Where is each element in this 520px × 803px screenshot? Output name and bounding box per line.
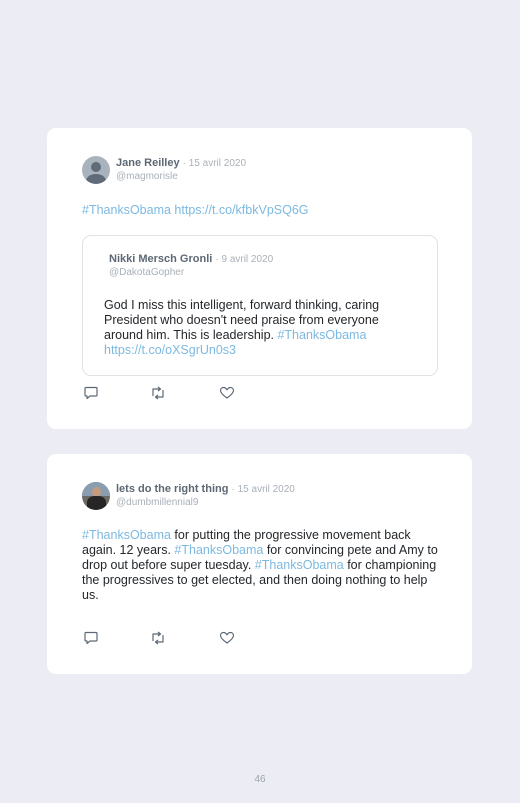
author-name-text[interactable]: lets do the right thing (116, 483, 228, 495)
quoted-author-name-text[interactable]: Nikki Mersch Gronli (109, 253, 212, 265)
hashtag-link[interactable]: #ThanksObama (255, 558, 344, 572)
reply-icon[interactable] (83, 631, 99, 645)
quoted-author-handle: @DakotaGopher (109, 267, 185, 278)
retweet-icon[interactable] (150, 631, 166, 645)
quoted-tweet-date: · 9 avril 2020 (215, 254, 274, 265)
author-name[interactable]: Jane Reilley · 15 avril 2020 (116, 157, 246, 169)
tweet-text: #ThanksObama for putting the progressive… (82, 528, 440, 603)
hashtag-link[interactable]: #ThanksObama (82, 203, 171, 217)
retweet-icon[interactable] (150, 386, 166, 400)
author-name-text[interactable]: Jane Reilley (116, 157, 180, 169)
tweet-text: #ThanksObama https://t.co/kfbkVpSQ6G (82, 203, 442, 218)
text-line: President who doesn't need praise from e… (104, 313, 379, 327)
tweet-date: · 15 avril 2020 (182, 158, 247, 169)
text-line: God I miss this intelligent, forward thi… (104, 298, 380, 312)
tweet-card: Jane Reilley · 15 avril 2020 @magmorisle… (47, 128, 472, 429)
hashtag-link[interactable]: #ThanksObama (82, 528, 171, 542)
quoted-tweet[interactable]: Nikki Mersch Gronli · 9 avril 2020 @Dako… (82, 235, 438, 376)
author-handle: @magmorisle (116, 171, 178, 182)
heart-icon[interactable] (219, 386, 235, 400)
url-link[interactable]: https://t.co/kfbkVpSQ6G (174, 203, 308, 217)
reply-icon[interactable] (83, 386, 99, 400)
hashtag-link[interactable]: #ThanksObama (174, 543, 263, 557)
heart-icon[interactable] (219, 631, 235, 645)
hashtag-link[interactable]: #ThanksObama (277, 328, 366, 342)
author-name[interactable]: lets do the right thing · 15 avril 2020 (116, 483, 295, 495)
quoted-tweet-text: God I miss this intelligent, forward thi… (104, 298, 424, 358)
avatar[interactable] (82, 156, 110, 184)
text-segment: around him. This is leadership. (104, 328, 278, 342)
tweet-date: · 15 avril 2020 (231, 484, 295, 495)
url-link[interactable]: https://t.co/oXSgrUn0s3 (104, 343, 424, 358)
quoted-author-name[interactable]: Nikki Mersch Gronli · 9 avril 2020 (109, 253, 273, 265)
author-handle: @dumbmillennial9 (116, 497, 199, 508)
tweet-card: lets do the right thing · 15 avril 2020 … (47, 454, 472, 674)
avatar[interactable] (82, 482, 110, 510)
text-line: around him. This is leadership. #ThanksO… (104, 328, 424, 343)
page-number: 46 (254, 774, 266, 785)
